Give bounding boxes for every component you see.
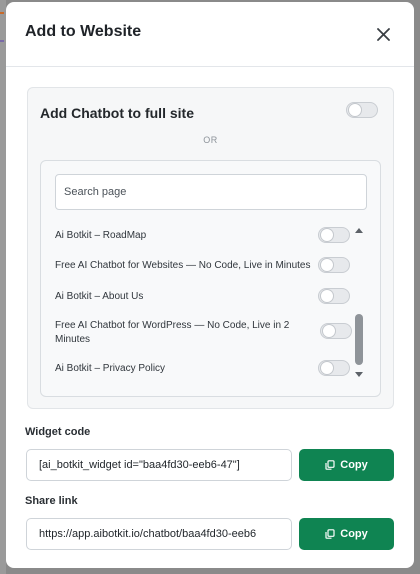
copy-icon (325, 460, 335, 470)
scroll-up-arrow[interactable] (355, 228, 363, 233)
copy-share-label: Copy (340, 528, 368, 540)
page-toggle-privacy[interactable] (318, 360, 350, 376)
page-toggle-about-us[interactable] (318, 288, 350, 304)
page-selector: Ai Botkit – RoadMap Free AI Chatbot for … (40, 160, 381, 397)
modal-title: Add to Website (25, 23, 142, 40)
share-link-label: Share link (25, 495, 78, 507)
copy-widget-label: Copy (340, 459, 368, 471)
copy-share-button[interactable]: Copy (299, 518, 394, 550)
modal-header: Add to Website (6, 2, 414, 67)
page-title: Ai Botkit – Privacy Policy (55, 363, 166, 374)
page-title: Free AI Chatbot for WordPress — No Code,… (55, 320, 290, 345)
page-toggle-roadmap[interactable] (318, 227, 350, 243)
modal-body: Add Chatbot to full site OR Ai Botkit – … (6, 66, 414, 568)
copy-widget-button[interactable]: Copy (299, 449, 394, 481)
close-icon (377, 28, 390, 41)
add-to-website-modal: Add to Website Add Chatbot to full site … (6, 2, 414, 568)
placement-card: Add Chatbot to full site OR Ai Botkit – … (27, 87, 394, 409)
widget-code-field[interactable] (26, 449, 292, 481)
page-title: Free AI Chatbot for Websites — No Code, … (55, 260, 311, 271)
scrollbar-thumb[interactable] (355, 314, 363, 365)
backdrop-mark (0, 40, 4, 42)
or-divider: OR (203, 135, 218, 145)
widget-code-label: Widget code (25, 426, 91, 438)
backdrop-mark (0, 12, 4, 14)
copy-icon (325, 529, 335, 539)
scroll-down-arrow[interactable] (355, 372, 363, 377)
search-page-input[interactable] (55, 174, 367, 210)
close-button[interactable] (373, 24, 395, 46)
page-toggle-wordpress[interactable] (320, 323, 352, 339)
page-title: Ai Botkit – RoadMap (55, 230, 147, 241)
share-link-field[interactable] (26, 518, 292, 550)
page-title: Ai Botkit – About Us (55, 291, 144, 302)
full-site-label: Add Chatbot to full site (40, 105, 194, 121)
page-toggle-websites[interactable] (318, 257, 350, 273)
full-site-toggle[interactable] (346, 102, 378, 118)
